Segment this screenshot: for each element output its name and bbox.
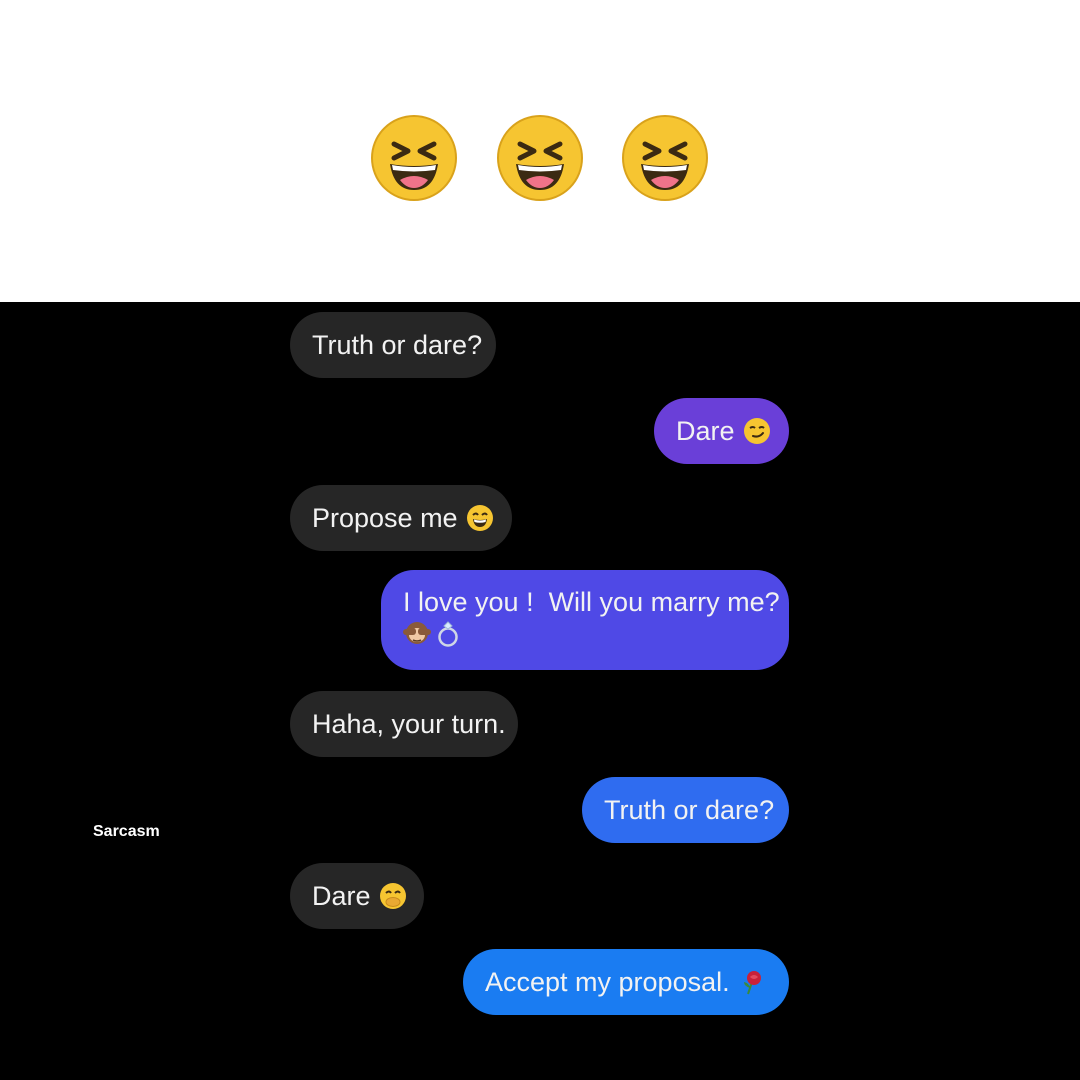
received-message: Truth or dare? [290, 312, 496, 378]
sent-message: Truth or dare? [582, 777, 789, 843]
message-text: Propose me [312, 503, 458, 533]
laughing-face-icon [370, 114, 458, 202]
watermark-text: Sarcasm [93, 823, 160, 840]
laughing-face-icon [621, 114, 709, 202]
grinning-sweat-face-icon [466, 504, 494, 532]
message-text: Accept my proposal. [485, 967, 730, 997]
received-message: Propose me [290, 485, 512, 551]
ring-icon [435, 620, 461, 655]
emoji-header [0, 0, 1080, 302]
laughing-face-icon [496, 114, 584, 202]
message-text: I love you ! Will you marry me? [403, 586, 780, 617]
message-text: Dare [312, 881, 371, 911]
received-message: Haha, your turn. [290, 691, 518, 757]
sent-message: Accept my proposal. [463, 949, 789, 1015]
message-text: Dare [676, 416, 735, 446]
smirk-face-icon [743, 417, 771, 445]
meme-image: Truth or dare? Dare Propose me I love yo… [0, 0, 1080, 1080]
sent-message: Dare [654, 398, 789, 464]
sent-message: I love you ! Will you marry me? [381, 570, 789, 670]
chat-screenshot: Truth or dare? Dare Propose me I love yo… [0, 302, 1080, 1080]
see-no-evil-monkey-icon [403, 620, 431, 655]
hand-over-mouth-face-icon [379, 882, 407, 910]
received-message: Dare [290, 863, 424, 929]
rose-icon [738, 968, 766, 996]
message-text: Truth or dare? [312, 330, 483, 360]
message-text: Haha, your turn. [312, 709, 506, 739]
message-text: Truth or dare? [604, 795, 775, 825]
